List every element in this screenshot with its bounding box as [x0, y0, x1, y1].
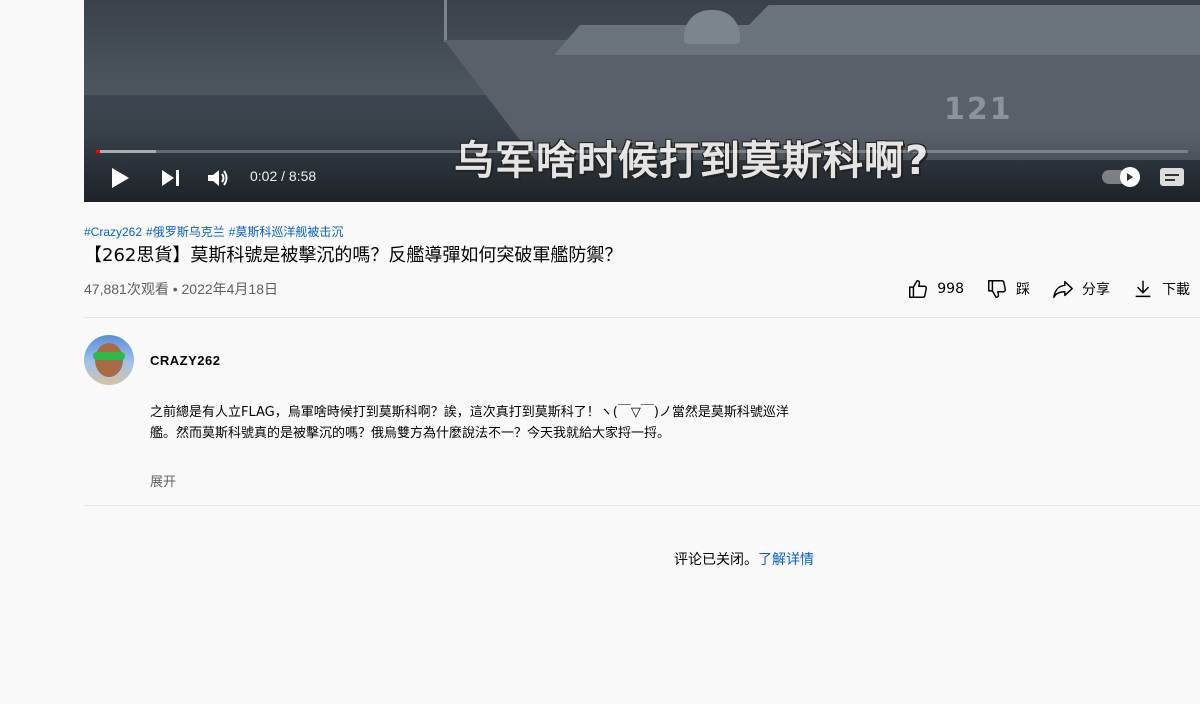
hashtag-list: #Crazy262 #俄罗斯乌克兰 #莫斯科巡洋舰被击沉: [84, 223, 347, 240]
video-title: 【262思貨】莫斯科號是被擊沉的嗎？反艦導彈如何突破軍艦防禦？: [84, 245, 623, 266]
comments-closed-text: 评论已关闭。: [674, 552, 758, 568]
download-button[interactable]: 下載: [1132, 278, 1190, 300]
video-player[interactable]: 121 乌军啥时候打到莫斯科啊? 0:02 / 8:58: [84, 0, 1200, 202]
learn-more-link[interactable]: 了解详情: [758, 552, 814, 568]
play-button[interactable]: [108, 166, 132, 190]
next-button[interactable]: [160, 166, 182, 190]
subtitles-icon[interactable]: [1160, 168, 1184, 186]
download-icon: [1135, 280, 1151, 298]
views-and-date: 47,881次观看 • 2022年4月18日: [84, 281, 279, 297]
share-icon: [1053, 280, 1073, 298]
like-button[interactable]: 998: [907, 278, 964, 300]
avatar-face: [95, 343, 123, 377]
volume-button[interactable]: [206, 166, 232, 190]
video-frame-ship-mast: [444, 0, 447, 42]
autoplay-knob: [1120, 167, 1140, 187]
dislike-button[interactable]: 踩: [986, 278, 1030, 300]
avatar-glasses: [93, 352, 125, 360]
show-more-button[interactable]: 展开: [150, 471, 176, 490]
time-display: 0:02 / 8:58: [250, 168, 317, 184]
divider: [84, 505, 1200, 506]
thumbs-up-icon: [909, 280, 928, 298]
channel-name[interactable]: CRAZY262: [150, 353, 220, 368]
download-label: 下載: [1162, 282, 1190, 298]
hashtag-link[interactable]: #Crazy262: [84, 225, 142, 239]
autoplay-toggle[interactable]: [1102, 167, 1140, 187]
hashtag-link[interactable]: #俄罗斯乌克兰: [146, 225, 225, 239]
hashtag-link[interactable]: #莫斯科巡洋舰被击沉: [229, 225, 344, 239]
progress-buffered: [96, 150, 157, 153]
divider: [84, 317, 1200, 318]
action-bar: 998 踩 分享 下載: [907, 278, 1190, 300]
comments-closed-notice: 评论已关闭。了解详情: [674, 549, 814, 569]
video-frame-ship-turret: [684, 10, 740, 44]
next-icon: [162, 170, 179, 186]
video-description: 之前總是有人立FLAG，烏軍啥時候打到莫斯科啊？誒，這次真打到莫斯科了！ヽ(￣▽…: [150, 405, 789, 441]
dislike-label: 踩: [1016, 282, 1030, 298]
play-icon: [112, 168, 129, 188]
like-count: 998: [937, 281, 964, 297]
video-subtitle: 乌军啥时候打到莫斯科啊?: [454, 138, 930, 184]
thumbs-down-icon: [988, 280, 1007, 298]
progress-played: [96, 150, 101, 153]
video-frame-ship-deck: [554, 5, 1200, 55]
progress-bar[interactable]: [96, 150, 1188, 153]
share-label: 分享: [1082, 282, 1110, 298]
avatar[interactable]: [84, 335, 134, 385]
autoplay-play-icon: [1127, 173, 1133, 181]
video-frame-hull-number: 121: [944, 92, 1013, 127]
share-button[interactable]: 分享: [1052, 278, 1110, 300]
volume-icon: [208, 170, 228, 186]
